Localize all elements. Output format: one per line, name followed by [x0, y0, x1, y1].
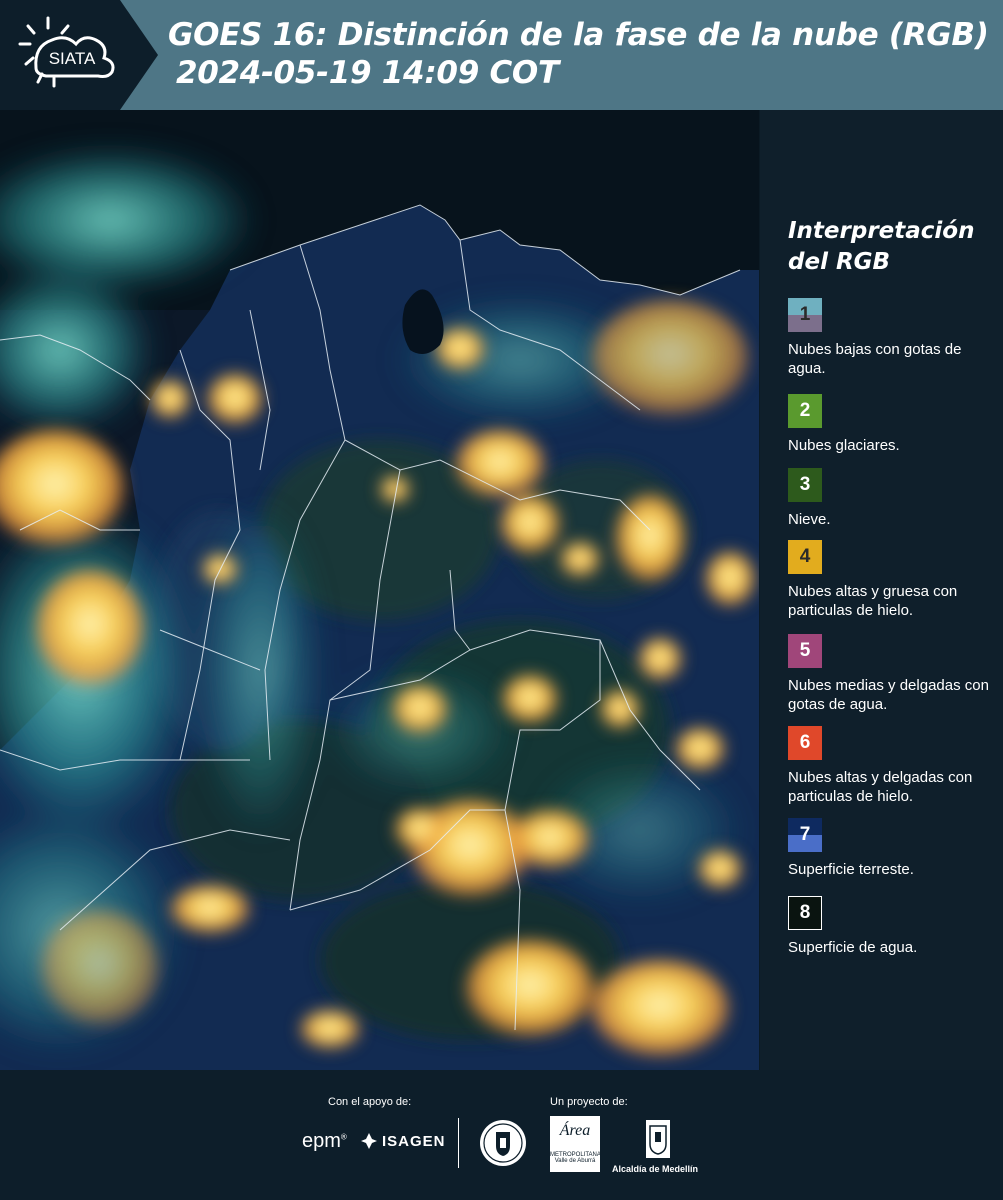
isagen-logo[interactable]: ISAGEN [360, 1132, 446, 1150]
isagen-mark-icon [361, 1133, 377, 1149]
isagen-logo-text: ISAGEN [382, 1132, 446, 1150]
siata-logo-text: SIATA [49, 49, 96, 68]
legend-label-8: Superficie de agua. [788, 939, 918, 956]
epm-logo[interactable]: epm® [302, 1130, 347, 1153]
legend-label-5: Nubes medias y delgadas con gotas de agu… [788, 677, 989, 713]
epm-logo-text: epm [302, 1130, 341, 1152]
legend-title-line-2: del RGB [788, 249, 891, 275]
project-label: Un proyecto de: [550, 1096, 628, 1108]
satellite-image [0, 110, 759, 1070]
legend-item-3: 3 Nieve. [788, 468, 998, 529]
legend-swatch-2: 2 [788, 394, 822, 428]
legend-swatch-8: 8 [788, 896, 822, 930]
header: SIATA GOES 16: Distinción de la fase de … [0, 0, 1003, 110]
footer: Con el apoyo de: Un proyecto de: epm® IS… [0, 1070, 1003, 1200]
siata-logo[interactable]: SIATA [12, 12, 124, 98]
alcaldia-medellin-logo-text[interactable]: Alcaldía de Medellín [612, 1164, 698, 1174]
legend-panel: Interpretación del RGB 1 Nubes bajas con… [760, 110, 1003, 1070]
seal-logo[interactable] [478, 1118, 528, 1168]
legend-item-5: 5 Nubes medias y delgadas con gotas de a… [788, 634, 998, 714]
legend-item-7: 7 Superficie terreste. [788, 818, 998, 879]
legend-swatch-7: 7 [788, 818, 822, 852]
satellite-rgb-map[interactable] [0, 110, 759, 1070]
area-logo-line-3: Valle de Aburrá [554, 1158, 596, 1164]
legend-swatch-6: 6 [788, 726, 822, 760]
legend-swatch-1: 1 [788, 298, 822, 332]
legend-item-1: 1 Nubes bajas con gotas de agua. [788, 298, 998, 378]
legend-label-4: Nubes altas y gruesa con particulas de h… [788, 583, 958, 619]
area-logo-line-1: Área [559, 1122, 591, 1139]
legend-label-1: Nubes bajas con gotas de agua. [788, 341, 962, 377]
legend-number-2: 2 [799, 400, 811, 421]
legend-swatch-3: 3 [788, 468, 822, 502]
title-line-2-timestamp: 2024-05-19 14:09 COT [176, 55, 559, 91]
legend-number-7: 7 [799, 824, 811, 845]
legend-number-5: 5 [799, 640, 811, 661]
legend-swatch-5: 5 [788, 634, 822, 668]
legend-title-line-1: Interpretación [788, 218, 975, 244]
legend-label-7: Superficie terreste. [788, 861, 914, 878]
legend-number-4: 4 [799, 546, 811, 567]
legend-label-3: Nieve. [788, 511, 831, 528]
footer-divider [458, 1118, 459, 1168]
legend-item-2: 2 Nubes glaciares. [788, 394, 998, 455]
legend-number-6: 6 [799, 732, 811, 753]
legend-label-2: Nubes glaciares. [788, 437, 900, 454]
legend-swatch-4: 4 [788, 540, 822, 574]
page-title: GOES 16: Distinción de la fase de la nub… [168, 16, 989, 92]
legend-item-8: 8 Superficie de agua. [788, 896, 998, 957]
legend-item-6: 6 Nubes altas y delgadas con particulas … [788, 726, 998, 806]
support-label: Con el apoyo de: [328, 1096, 412, 1108]
legend-number-1: 1 [799, 304, 811, 325]
legend-title: Interpretación del RGB [788, 216, 988, 278]
area-metropolitana-logo[interactable]: Área METROPOLITANA Valle de Aburrá [550, 1116, 601, 1172]
legend-number-3: 3 [799, 474, 811, 495]
legend-item-4: 4 Nubes altas y gruesa con particulas de… [788, 540, 998, 620]
legend-label-6: Nubes altas y delgadas con particulas de… [788, 769, 973, 805]
title-line-1: GOES 16: Distinción de la fase de la nub… [168, 17, 989, 53]
legend-number-8: 8 [799, 902, 811, 923]
alcaldia-shield-icon [646, 1120, 670, 1158]
